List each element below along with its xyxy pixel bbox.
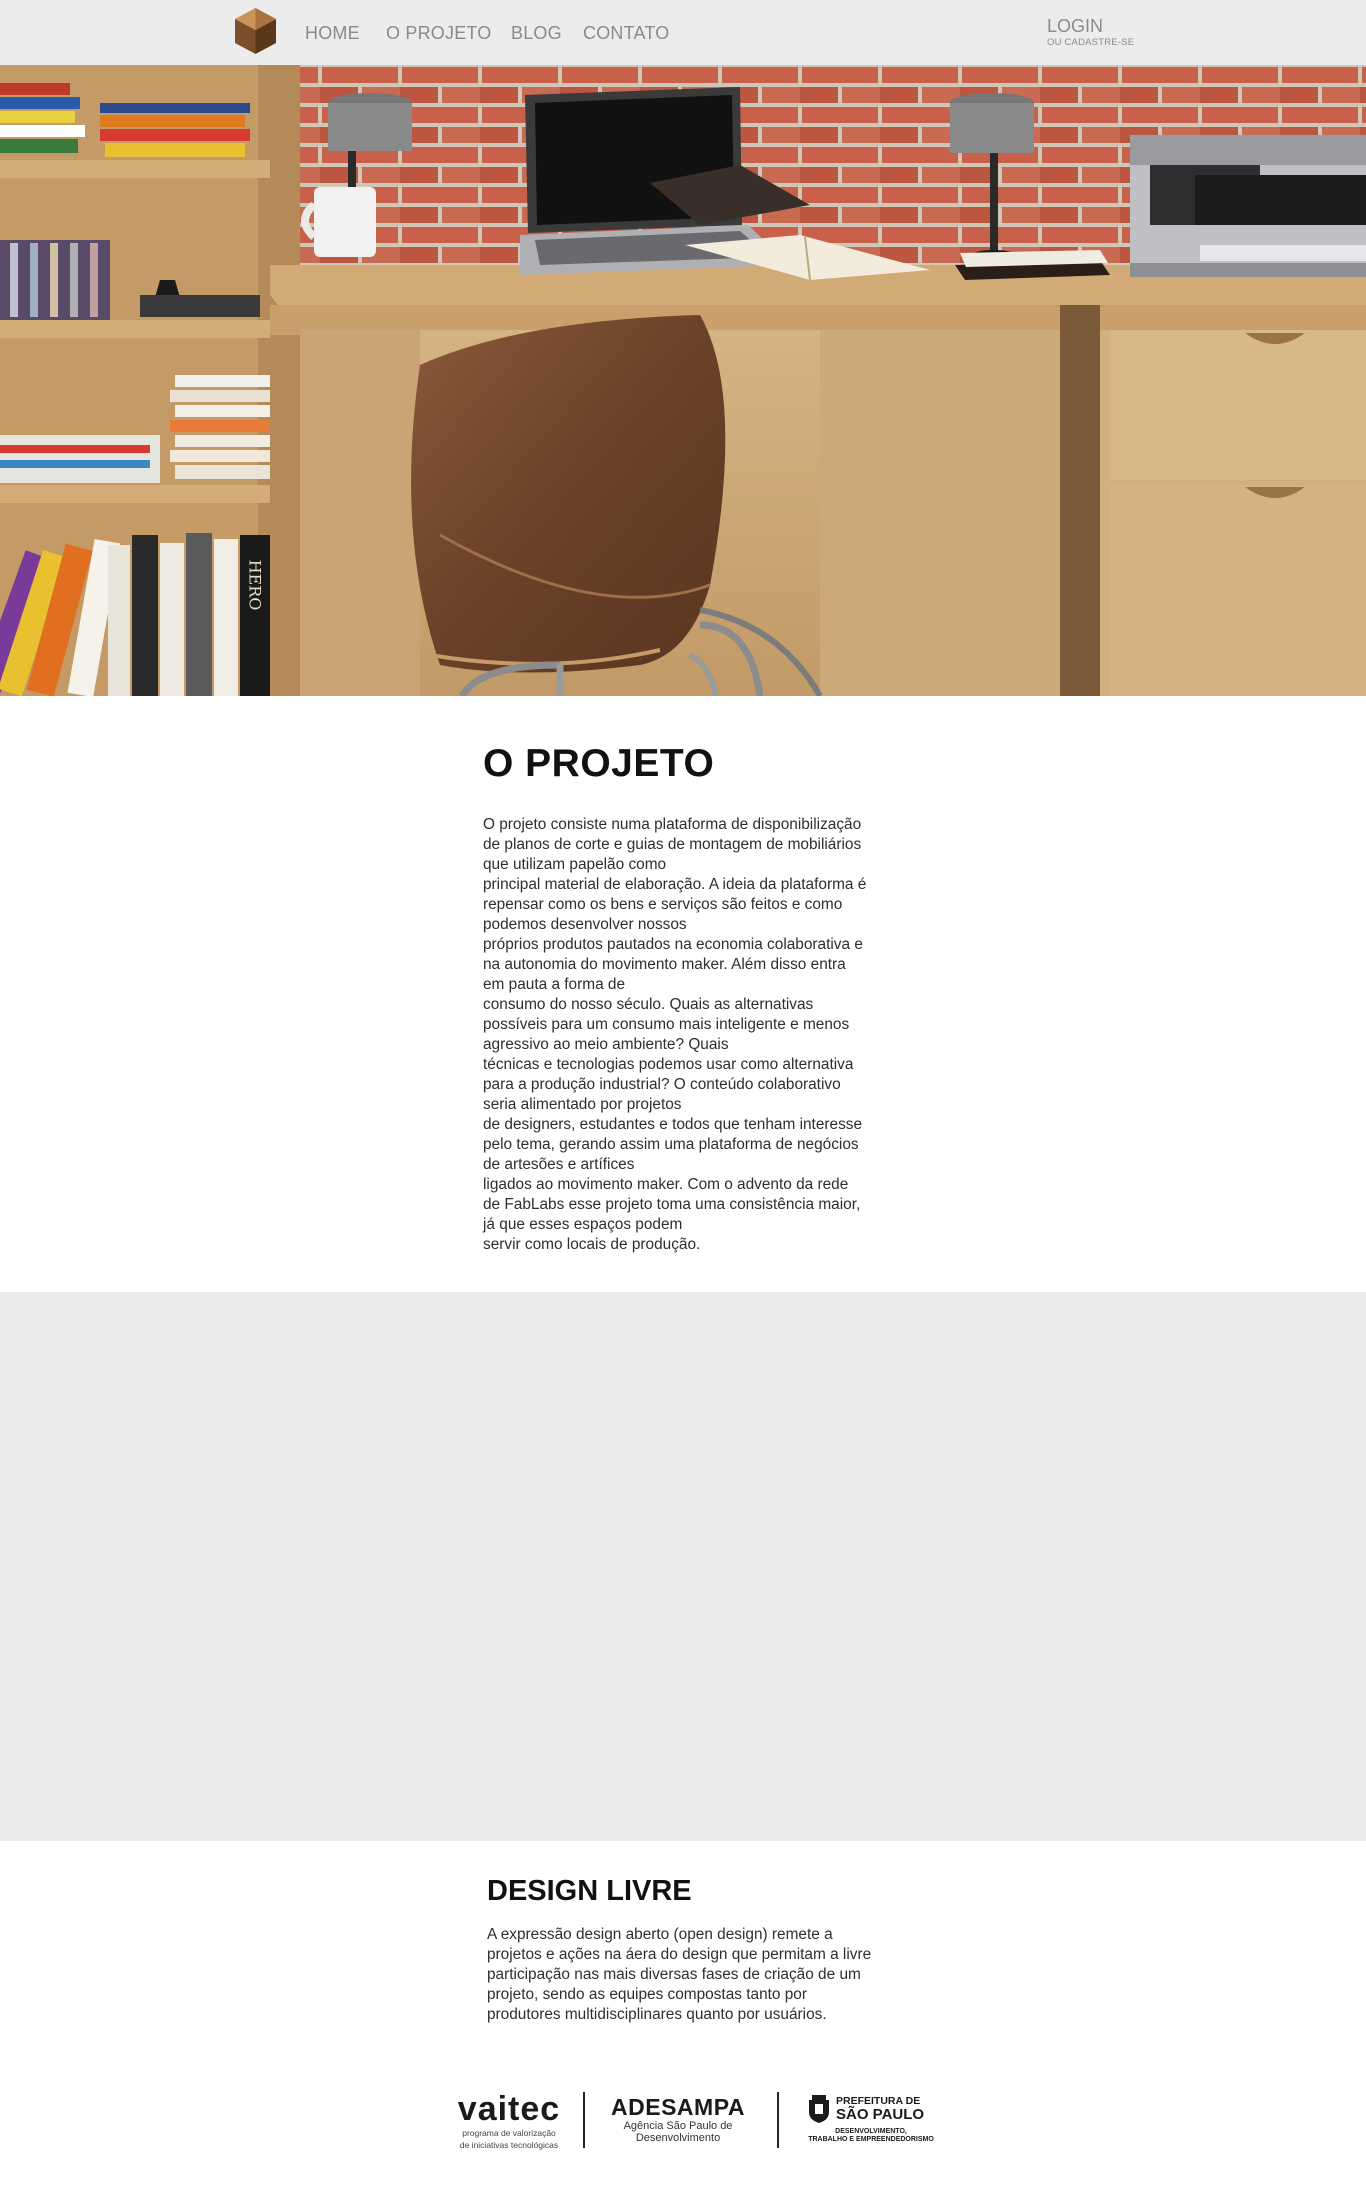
- project-line: de artesões e artífices: [483, 1156, 635, 1173]
- project-line: repensar como os bens e serviços são fei…: [483, 896, 843, 913]
- project-line: de planos de corte e guias de montagem d…: [483, 836, 862, 853]
- adesampa-name: ADESAMPA: [611, 2094, 745, 2120]
- project-line: em pauta a forma de: [483, 976, 626, 993]
- design-line: A expressão design aberto (open design) …: [487, 1926, 833, 1943]
- book-spine-text: HERO: [246, 560, 265, 611]
- adesampa-subtitle-1: Agência São Paulo de: [623, 2120, 733, 2132]
- project-line: agressivo ao meio ambiente? Quais: [483, 1036, 729, 1053]
- prefeitura-logo[interactable]: PREFEITURA DE SÃO PAULO DESENVOLVIMENTO,…: [806, 2094, 936, 2150]
- project-line: principal material de elaboração. A idei…: [483, 876, 867, 893]
- logo-divider: [777, 2092, 779, 2148]
- login-link[interactable]: LOGIN: [1047, 16, 1134, 36]
- site-header: HOME O PROJETO BLOG CONTATO LOGIN OU CAD…: [0, 0, 1366, 65]
- login-area[interactable]: LOGIN OU CADASTRE-SE: [1047, 16, 1134, 49]
- prefeitura-line-2: SÃO PAULO: [836, 2106, 925, 2123]
- design-line: participação nas mais diversas fases de …: [487, 1966, 861, 1983]
- nav-contato-link[interactable]: CONTATO: [583, 22, 669, 44]
- project-line: próprios produtos pautados na economia c…: [483, 936, 863, 953]
- project-line: seria alimentado por projetos: [483, 1096, 682, 1113]
- project-line: na autonomia do movimento maker. Além di…: [483, 956, 846, 973]
- design-line: projetos e ações na áera do design que p…: [487, 1946, 872, 1963]
- logo-divider: [583, 2092, 585, 2148]
- project-line: possíveis para um consumo mais inteligen…: [483, 1016, 850, 1033]
- project-heading: O PROJETO: [483, 742, 715, 785]
- project-line: podemos desenvolver nossos: [483, 916, 687, 933]
- adesampa-subtitle-2: Desenvolvimento: [635, 2132, 721, 2144]
- project-paragraph: O projeto consiste numa plataforma de di…: [483, 815, 913, 1255]
- project-line: já que esses espaços podem: [483, 1216, 683, 1233]
- nav-blog-link[interactable]: BLOG: [511, 22, 562, 44]
- project-line: de FabLabs esse projeto toma uma consist…: [483, 1196, 861, 1213]
- partner-logos: vaitec programa de valorização de inicia…: [440, 2086, 940, 2152]
- design-line: produtores multidisciplinares quanto por…: [487, 2006, 827, 2023]
- signup-link[interactable]: OU CADASTRE-SE: [1047, 37, 1134, 49]
- nav-home-link[interactable]: HOME: [305, 22, 360, 44]
- design-livre-paragraph: A expressão design aberto (open design) …: [487, 1925, 871, 2025]
- project-line: para a produção industrial? O conteúdo c…: [483, 1076, 841, 1093]
- project-line: que utilizam papelão como: [483, 856, 667, 873]
- project-line: servir como locais de produção.: [483, 1236, 701, 1253]
- project-line: de designers, estudantes e todos que ten…: [483, 1116, 863, 1133]
- project-line: técnicas e tecnologias podemos usar como…: [483, 1056, 854, 1073]
- project-line: ligados ao movimento maker. Com o advent…: [483, 1176, 849, 1193]
- vaitec-logo[interactable]: vaitec programa de valorização de inicia…: [444, 2092, 574, 2150]
- media-placeholder-band: [0, 1292, 1366, 1841]
- design-line: projeto, sendo as equipes compostas tant…: [487, 1986, 807, 2003]
- prefeitura-line-3b: TRABALHO E EMPREENDEDORISMO: [808, 2136, 934, 2143]
- hero-image: HERO: [0, 65, 1366, 696]
- prefeitura-line-3a: DESENVOLVIMENTO,: [835, 2128, 907, 2135]
- vaitec-subtitle-2: de iniciativas tecnológicas: [459, 2140, 559, 2150]
- project-line: consumo do nosso século. Quais as altern…: [483, 996, 814, 1013]
- design-livre-heading: DESIGN LIVRE: [487, 1875, 692, 1907]
- city-crest-icon: [806, 2094, 832, 2124]
- vaitec-subtitle-1: programa de valorização: [462, 2128, 556, 2138]
- cube-logo-icon[interactable]: [233, 6, 278, 56]
- prefeitura-line-3: DESENVOLVIMENTO, TRABALHO E EMPREENDEDOR…: [806, 2128, 936, 2144]
- vaitec-name: vaitec: [457, 2090, 561, 2128]
- nav-projeto-link[interactable]: O PROJETO: [386, 22, 492, 44]
- adesampa-logo[interactable]: ADESAMPA Agência São Paulo de Desenvolvi…: [608, 2094, 748, 2144]
- project-line: O projeto consiste numa plataforma de di…: [483, 816, 862, 833]
- project-line: pelo tema, gerando assim uma plataforma …: [483, 1136, 859, 1153]
